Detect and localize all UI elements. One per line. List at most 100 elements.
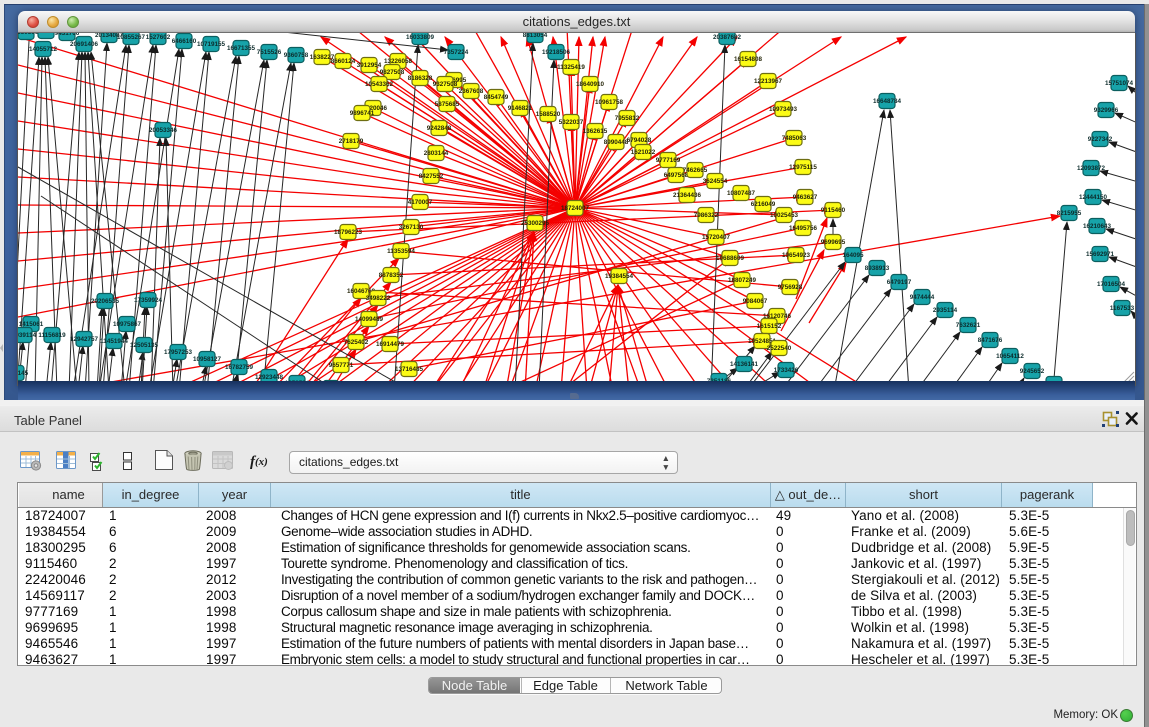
svg-text:9146821: 9146821 [508, 105, 533, 112]
svg-text:1167533: 1167533 [1110, 305, 1135, 312]
svg-text:3498222: 3498222 [366, 295, 391, 302]
svg-text:10975867: 10975867 [113, 321, 142, 328]
svg-text:8878352: 8878352 [379, 272, 404, 279]
svg-text:18796223: 18796223 [334, 229, 363, 236]
svg-text:18807249: 18807249 [728, 277, 757, 284]
svg-text:1615152: 1615152 [757, 323, 782, 330]
svg-text:3912954: 3912954 [357, 62, 382, 69]
svg-text:5322037: 5322037 [559, 119, 584, 126]
svg-text:7462665: 7462665 [683, 167, 708, 174]
svg-text:7515526: 7515526 [257, 49, 282, 56]
svg-text:12923448: 12923448 [255, 374, 284, 381]
svg-text:7625402: 7625402 [344, 339, 369, 346]
svg-text:17016504: 17016504 [1097, 281, 1126, 288]
svg-text:2935114: 2935114 [933, 307, 958, 314]
svg-text:9827508: 9827508 [380, 69, 405, 76]
svg-text:8215955: 8215955 [1057, 210, 1082, 217]
svg-text:17957253: 17957253 [164, 349, 193, 356]
svg-text:25300295: 25300295 [521, 220, 550, 227]
svg-text:6794028: 6794028 [627, 137, 652, 144]
svg-text:18724007: 18724007 [561, 205, 590, 212]
svg-text:11353594: 11353594 [387, 248, 415, 255]
svg-text:16033809: 16033809 [406, 34, 435, 41]
svg-text:8813054: 8813054 [523, 33, 548, 39]
svg-text:6216049: 6216049 [751, 201, 776, 208]
svg-text:13716485: 13716485 [395, 366, 424, 373]
svg-text:12093872: 12093872 [1077, 165, 1106, 172]
svg-text:7986322: 7986322 [694, 212, 719, 219]
svg-text:7357224: 7357224 [444, 49, 469, 56]
svg-text:9474444: 9474444 [910, 294, 935, 301]
svg-text:2803144: 2803144 [424, 150, 449, 157]
svg-text:9177045: 9177045 [1042, 381, 1067, 385]
svg-text:1353594: 1353594 [285, 380, 310, 385]
svg-text:9245652: 9245652 [1020, 368, 1045, 375]
svg-text:2522540: 2522540 [767, 345, 792, 352]
svg-text:10807487: 10807487 [727, 190, 756, 197]
svg-text:11156819: 11156819 [38, 332, 66, 339]
svg-text:8427552: 8427552 [419, 173, 444, 180]
svg-text:21364436: 21364436 [673, 192, 702, 199]
svg-text:10543362: 10543362 [365, 81, 394, 88]
svg-text:18640910: 18640910 [576, 81, 605, 88]
svg-text:20053346: 20053346 [149, 127, 178, 134]
svg-text:16914479: 16914479 [376, 341, 405, 348]
svg-text:8454749: 8454749 [484, 94, 509, 101]
svg-text:10958127: 10958127 [193, 356, 222, 363]
svg-text:9360758: 9360758 [284, 52, 309, 59]
svg-text:4170007: 4170007 [408, 199, 433, 206]
svg-text:1527602: 1527602 [146, 34, 171, 41]
svg-text:20387682: 20387682 [713, 34, 742, 41]
svg-text:14099489: 14099489 [355, 316, 384, 323]
svg-text:12444150: 12444150 [1079, 194, 1108, 201]
svg-text:9777169: 9777169 [656, 157, 681, 164]
svg-text:9227342: 9227342 [1088, 136, 1113, 143]
svg-text:19218506: 19218506 [542, 49, 571, 56]
svg-text:9084067: 9084067 [743, 298, 768, 305]
svg-text:16495756: 16495756 [789, 225, 818, 232]
svg-text:10973493: 10973493 [769, 106, 798, 113]
svg-text:10855267: 10855267 [117, 34, 146, 41]
svg-text:12975115: 12975115 [789, 164, 817, 171]
svg-text:9329966: 9329966 [1094, 107, 1119, 114]
svg-text:17359924: 17359924 [134, 297, 163, 304]
svg-text:19384554: 19384554 [605, 273, 634, 280]
svg-text:16154808: 16154808 [734, 56, 763, 63]
svg-text:10688609: 10688609 [716, 255, 745, 262]
svg-text:9431766: 9431766 [55, 33, 80, 37]
svg-text:8660124: 8660124 [331, 58, 356, 65]
svg-text:2718179: 2718179 [339, 138, 364, 145]
svg-text:1588520: 1588520 [536, 111, 561, 118]
svg-text:3261145: 3261145 [18, 370, 29, 377]
svg-text:11451944: 11451944 [100, 338, 128, 345]
svg-text:6479197: 6479197 [887, 279, 912, 286]
svg-text:16648784: 16648784 [873, 98, 902, 105]
svg-text:5875685: 5875685 [435, 101, 460, 108]
svg-text:9242848: 9242848 [427, 125, 452, 132]
svg-text:9463627: 9463627 [793, 194, 818, 201]
svg-text:7955812: 7955812 [615, 115, 640, 122]
svg-text:20691406: 20691406 [70, 41, 99, 48]
svg-text:1362615: 1362615 [583, 128, 608, 135]
svg-text:1939114: 1939114 [18, 332, 37, 339]
svg-text:164095: 164095 [842, 252, 864, 259]
svg-text:9327508: 9327508 [433, 81, 458, 88]
svg-text:11325419: 11325419 [557, 64, 585, 71]
svg-text:16210643: 16210643 [1083, 223, 1112, 230]
svg-text:10719155: 10719155 [197, 41, 226, 48]
svg-text:8938913: 8938913 [865, 265, 890, 272]
svg-text:9756928: 9756928 [778, 284, 803, 291]
svg-text:12213967: 12213967 [754, 78, 783, 85]
svg-text:8990448: 8990448 [604, 139, 629, 146]
svg-text:7485063: 7485063 [782, 135, 807, 142]
svg-text:1621022: 1621022 [631, 149, 656, 156]
svg-text:9699695: 9699695 [821, 239, 846, 246]
svg-text:12942757: 12942757 [70, 336, 99, 343]
svg-text:12505135: 12505135 [130, 342, 159, 349]
svg-text:10961758: 10961758 [595, 99, 624, 106]
svg-text:8471676: 8471676 [978, 337, 1003, 344]
svg-text:14136141: 14136141 [730, 361, 759, 368]
svg-text:2367608: 2367608 [459, 88, 484, 95]
svg-text:20206535: 20206535 [91, 298, 120, 305]
svg-text:3267130: 3267130 [399, 224, 424, 231]
